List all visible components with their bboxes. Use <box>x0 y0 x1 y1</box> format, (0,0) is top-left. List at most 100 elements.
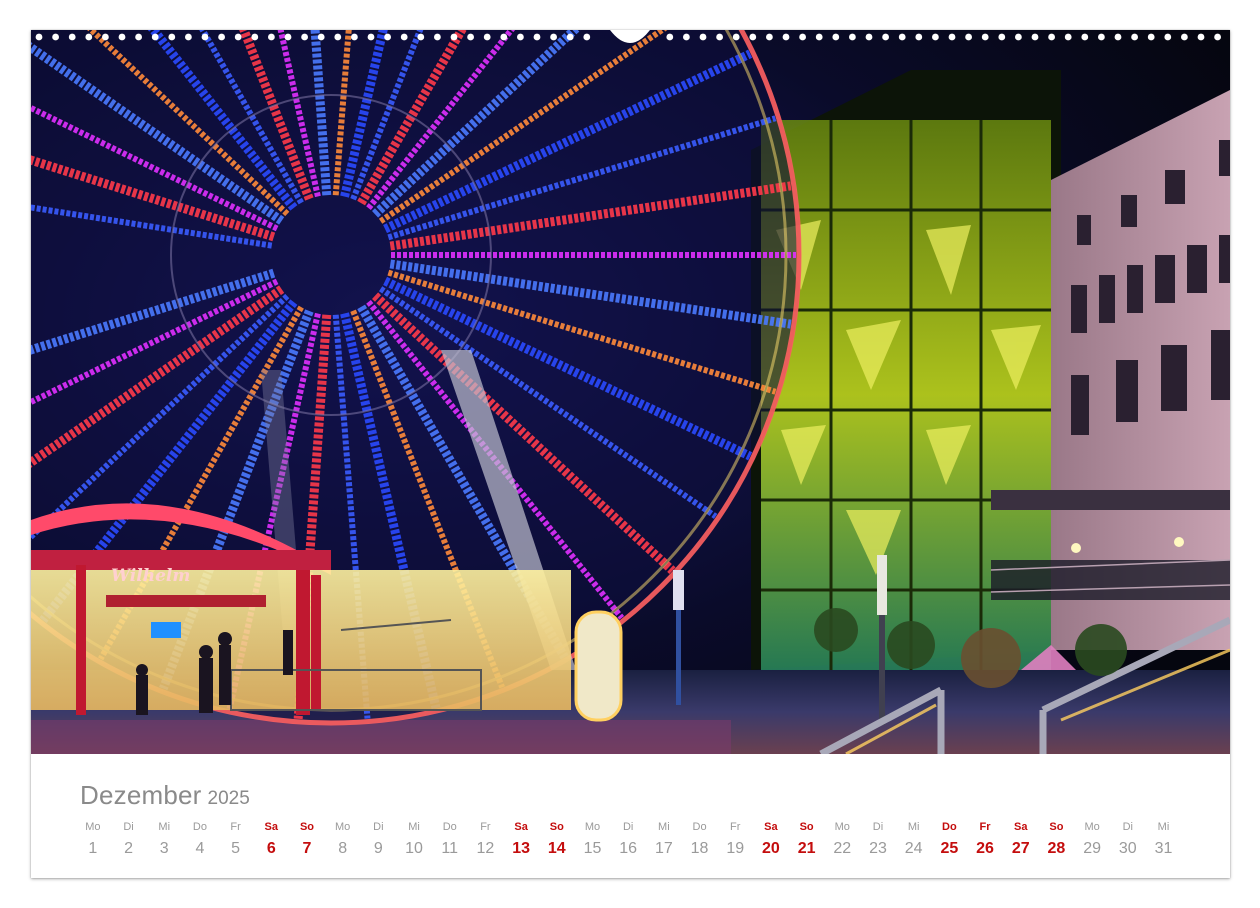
binding-hole <box>85 33 93 41</box>
binding-hole <box>832 33 840 41</box>
day-number: 21 <box>797 840 816 857</box>
weekday-label: Di <box>622 821 634 833</box>
binding-hole <box>716 33 723 41</box>
year-label: 2025 <box>207 788 250 809</box>
weekday-label: Fr <box>979 821 991 833</box>
day-number: 27 <box>1011 840 1030 857</box>
binding-hole <box>1015 33 1022 41</box>
day-number: 23 <box>869 840 887 857</box>
day-cell: Sa 27 <box>1003 819 1039 869</box>
weekday-label: So <box>549 821 564 833</box>
day-cell: Di 2 <box>111 819 147 869</box>
weekday-label: Mo <box>1084 821 1100 833</box>
day-number: 1 <box>88 840 98 857</box>
day-number: 10 <box>405 840 423 857</box>
day-cell: Do 11 <box>432 819 468 869</box>
weekday-label: Mo <box>584 821 601 833</box>
day-number: 28 <box>1047 840 1066 857</box>
binding-hole <box>566 33 574 41</box>
binding-hole <box>467 33 474 41</box>
day-number: 13 <box>512 840 530 857</box>
day-cell: So 28 <box>1039 819 1075 869</box>
day-number: 26 <box>976 840 994 857</box>
binding-hole <box>1098 33 1105 41</box>
day-cell: So 14 <box>539 819 575 869</box>
binding-hole <box>251 33 259 41</box>
day-number: 29 <box>1083 840 1101 857</box>
binding-hole <box>517 33 524 41</box>
day-number: 11 <box>441 840 459 857</box>
day-cell: Fr 12 <box>468 819 504 869</box>
binding-hole <box>766 33 773 41</box>
day-cell: Mi 10 <box>396 819 432 869</box>
binding-hole <box>898 33 906 41</box>
day-cell: Mo 15 <box>575 819 611 869</box>
binding-hole <box>1147 33 1155 41</box>
day-cell: Sa 20 <box>753 819 789 869</box>
binding-hole <box>1031 33 1039 41</box>
calendar-photo: Wilhelm <box>31 30 1230 754</box>
binding-hole <box>1197 33 1205 41</box>
weekday-label: Do <box>692 821 707 833</box>
day-cell: Di 30 <box>1110 819 1146 869</box>
day-number: 20 <box>762 840 780 857</box>
weekday-label: Di <box>123 821 134 833</box>
binding-hole <box>981 33 989 41</box>
day-cell: Sa 13 <box>503 819 539 869</box>
day-cell: Di 23 <box>860 819 896 869</box>
weekday-label: Mi <box>1157 821 1170 833</box>
binding-hole <box>185 33 192 41</box>
day-number: 5 <box>231 840 241 857</box>
photo-scene: Wilhelm <box>31 30 1230 754</box>
binding-hole <box>367 33 375 41</box>
day-number: 9 <box>373 840 383 857</box>
binding-hole <box>400 33 408 41</box>
binding-hole <box>434 33 441 41</box>
weekday-label: Di <box>1122 821 1133 833</box>
binding-hole <box>35 33 43 41</box>
booth-sign: Wilhelm <box>111 566 190 586</box>
day-cell: So 7 <box>289 819 325 869</box>
weekday-label: Do <box>192 821 207 833</box>
binding-hole <box>317 33 325 41</box>
binding-hole <box>699 33 707 41</box>
binding-hole <box>882 33 889 41</box>
day-cell: Mi 24 <box>896 819 932 869</box>
day-number: 12 <box>476 840 495 857</box>
weekday-label: Mo <box>335 821 351 833</box>
binding-hole <box>151 33 159 41</box>
binding-hole <box>284 33 292 41</box>
weekday-label: So <box>799 821 814 833</box>
day-cell: Sa 6 <box>253 819 289 869</box>
day-cell: Mo 1 <box>75 819 111 869</box>
weekday-label: Fr <box>480 821 491 833</box>
day-cell: Fr 19 <box>717 819 753 869</box>
binding-hole <box>1131 33 1138 41</box>
binding-hole <box>168 33 176 41</box>
day-cell: Di 16 <box>610 819 646 869</box>
binding-hole <box>102 33 109 41</box>
binding-hole <box>915 33 923 41</box>
weekday-label: Do <box>442 821 457 833</box>
binding-hole <box>52 33 59 41</box>
day-cell: Mi 3 <box>146 819 182 869</box>
day-number: 25 <box>940 840 959 857</box>
day-number: 8 <box>338 840 348 857</box>
binding-hole <box>351 33 358 41</box>
day-number: 6 <box>266 840 276 857</box>
weekday-label: Sa <box>1013 821 1028 833</box>
binding-hole <box>1181 33 1188 41</box>
weekday-label: Di <box>373 821 384 833</box>
binding-hole <box>334 33 342 41</box>
month-heading: Dezember 2025 <box>80 780 250 811</box>
binding-hole <box>1214 33 1221 41</box>
weekday-label: Mo <box>85 821 101 833</box>
day-number: 3 <box>159 840 169 857</box>
day-number: 7 <box>302 840 312 857</box>
binding-hole <box>799 33 806 41</box>
day-strip: Mo 1 Di 2 Mi 3 Do 4 Fr 5 Sa 6 So 7 Mo 8 Di 9 Mi 10 Do 11 Fr 12 S… <box>75 819 1195 869</box>
binding-hole <box>683 33 690 41</box>
binding-hole <box>533 33 541 41</box>
weekday-label: Di <box>872 821 884 833</box>
binding-hole <box>417 33 425 41</box>
